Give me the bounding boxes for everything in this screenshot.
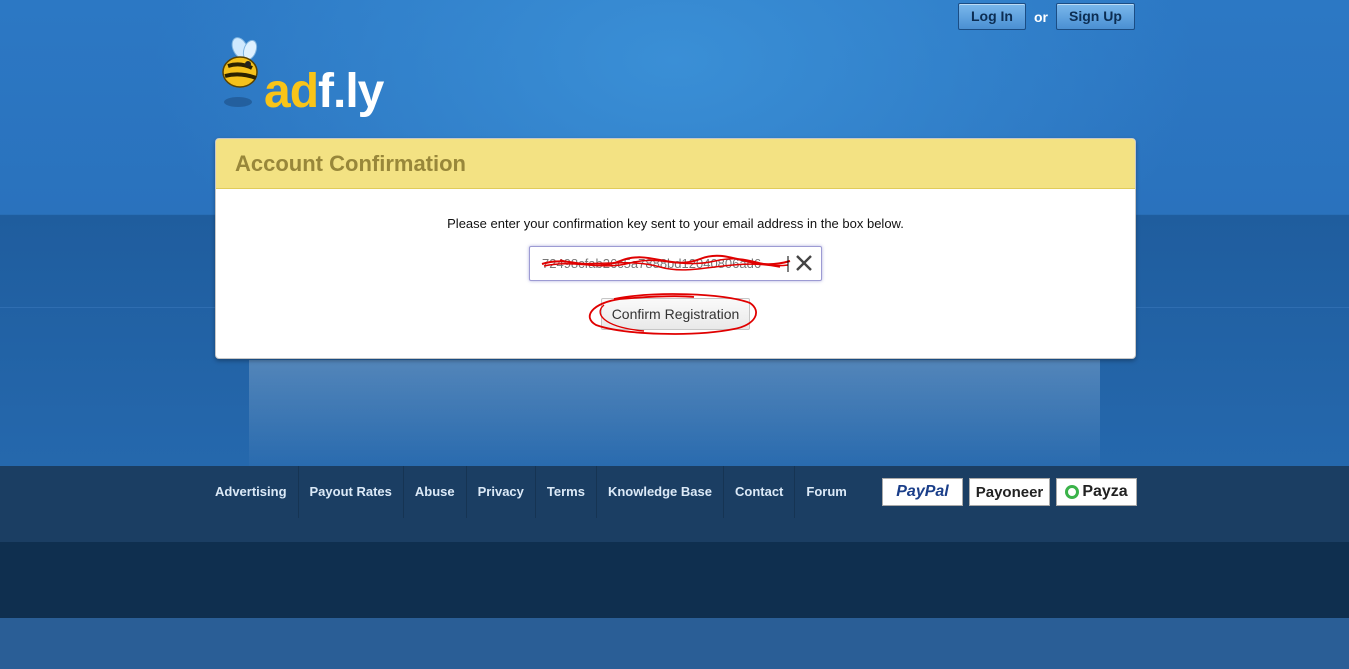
footer-link-forum[interactable]: Forum [795, 466, 857, 518]
footer-link-knowledge-base[interactable]: Knowledge Base [597, 466, 724, 518]
footer-link-abuse[interactable]: Abuse [404, 466, 467, 518]
footer-link-privacy[interactable]: Privacy [467, 466, 536, 518]
payoneer-logo[interactable]: Payoneer [969, 478, 1050, 506]
confirmation-key-field [529, 246, 822, 281]
footer-link-advertising[interactable]: Advertising [204, 466, 299, 518]
footer-link-terms[interactable]: Terms [536, 466, 597, 518]
adfly-logo[interactable]: adf.ly [218, 34, 408, 124]
logo-text-ad: ad [264, 65, 319, 118]
background-panel [249, 360, 1100, 466]
logo-wordmark: adf.ly [264, 64, 384, 119]
footer-link-payout-rates[interactable]: Payout Rates [299, 466, 404, 518]
bee-icon [222, 37, 258, 107]
payza-icon [1065, 485, 1080, 499]
page-title: Account Confirmation [235, 150, 466, 176]
confirmation-key-input[interactable] [538, 247, 790, 280]
card-header: Account Confirmation [216, 139, 1135, 189]
logo-text-fly: f.ly [318, 65, 384, 118]
paypal-label: PayPal [896, 483, 949, 500]
payoneer-label: Payoneer [975, 483, 1044, 501]
payza-logo[interactable]: Payza [1056, 478, 1137, 506]
confirm-registration-button[interactable]: Confirm Registration [601, 298, 750, 330]
footer-nav: Advertising Payout Rates Abuse Privacy T… [204, 466, 858, 518]
or-label: or [1034, 8, 1048, 25]
footer-link-contact[interactable]: Contact [724, 466, 796, 518]
auth-bar: Log In or Sign Up [958, 3, 1135, 30]
login-button[interactable]: Log In [958, 3, 1026, 30]
footer-lower [0, 542, 1349, 618]
page-bottom [0, 618, 1349, 669]
paypal-logo[interactable]: PayPal [882, 478, 963, 506]
payza-label: Payza [1082, 483, 1128, 500]
signup-button[interactable]: Sign Up [1056, 3, 1135, 30]
payment-logos: PayPal Payoneer Payza [882, 478, 1137, 506]
clear-icon[interactable] [793, 252, 815, 274]
confirmation-card: Account Confirmation Please enter your c… [215, 138, 1136, 359]
instruction-text: Please enter your confirmation key sent … [447, 216, 904, 231]
